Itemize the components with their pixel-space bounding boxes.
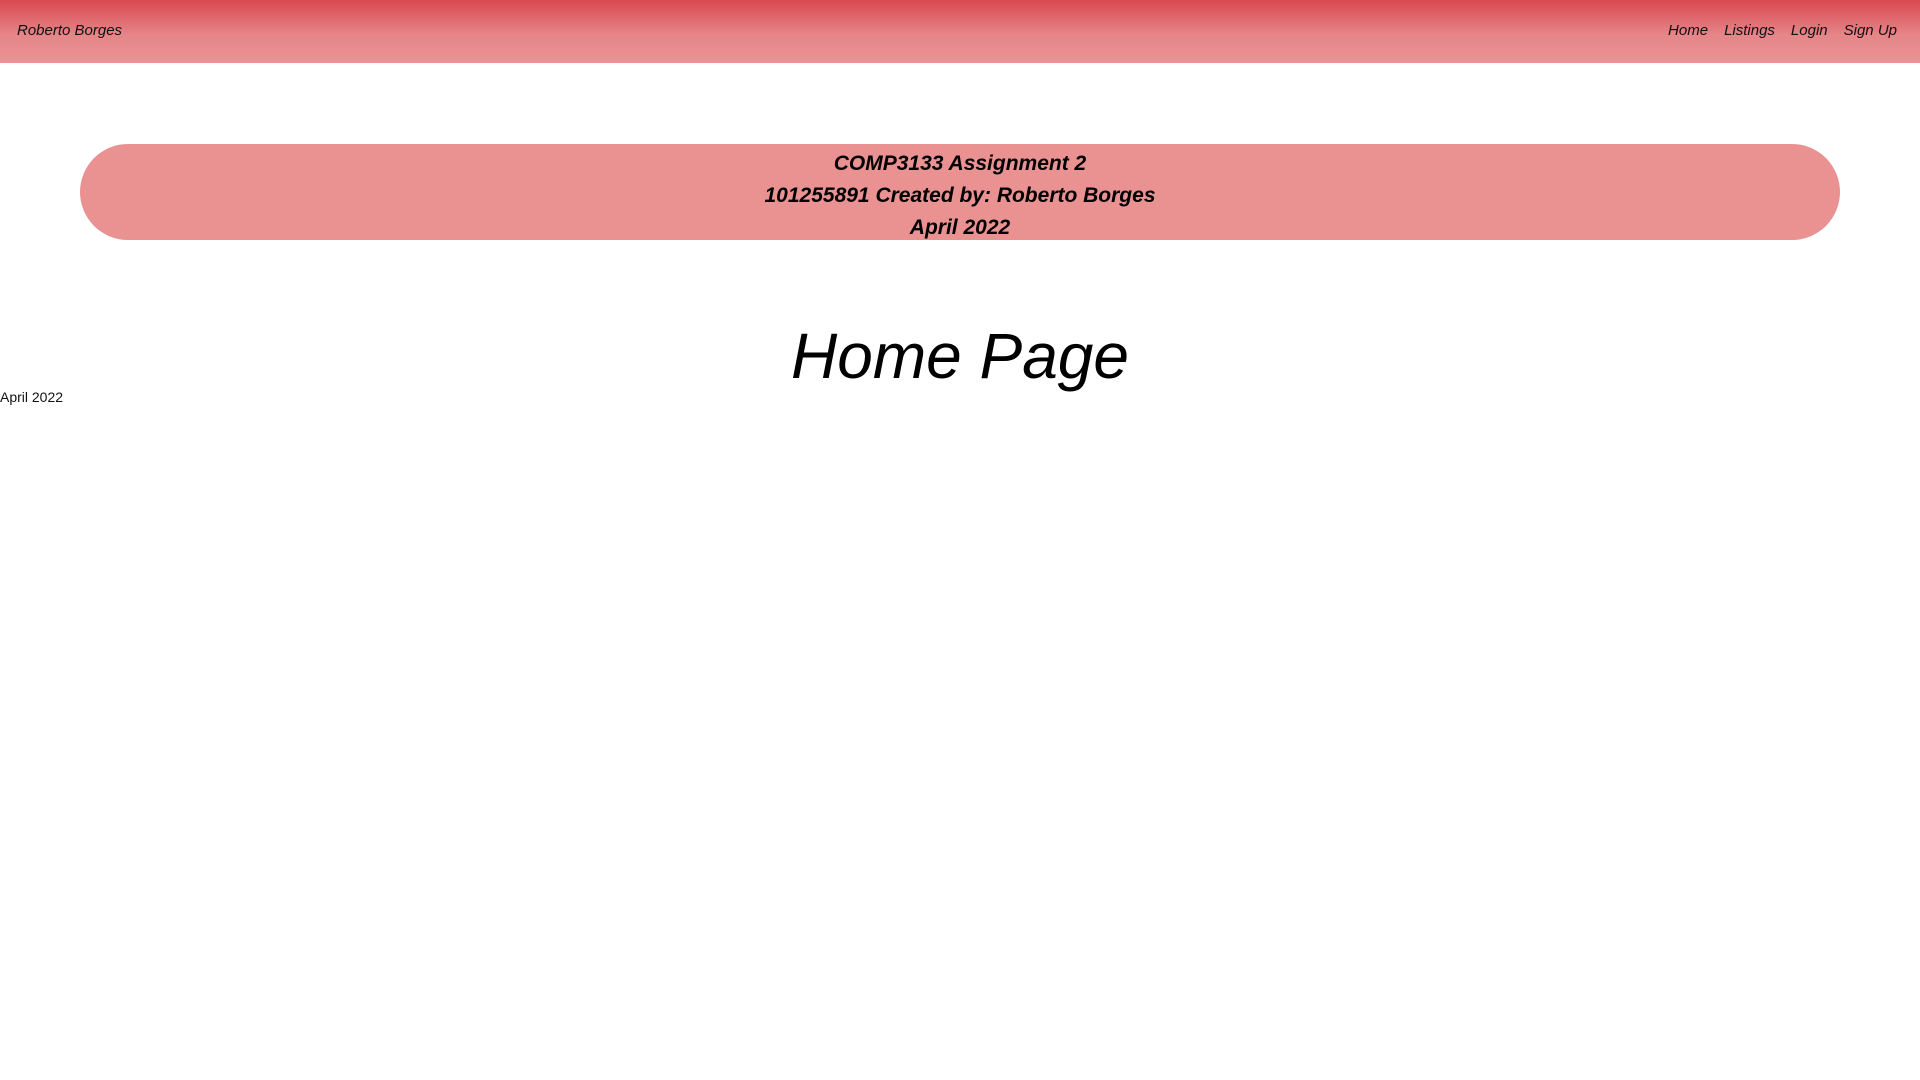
brand-link[interactable]: Roberto Borges — [17, 22, 122, 40]
assignment-banner: COMP3133 Assignment 2 101255891 Created … — [80, 144, 1840, 240]
top-navbar: Roberto Borges Home Listings Login Sign … — [0, 0, 1920, 63]
nav-link-signup[interactable]: Sign Up — [1844, 22, 1897, 40]
nav-links: Home Listings Login Sign Up — [1652, 22, 1897, 40]
banner-author: 101255891 Created by: Roberto Borges — [764, 184, 1156, 207]
banner-course-title: COMP3133 Assignment 2 — [833, 152, 1087, 175]
nav-link-listings[interactable]: Listings — [1724, 22, 1775, 40]
nav-link-login[interactable]: Login — [1791, 22, 1828, 40]
banner-date: April 2022 — [909, 216, 1011, 239]
page-title: Home Page — [791, 320, 1129, 392]
footer-date: April 2022 — [0, 389, 64, 405]
nav-link-home[interactable]: Home — [1668, 22, 1708, 40]
